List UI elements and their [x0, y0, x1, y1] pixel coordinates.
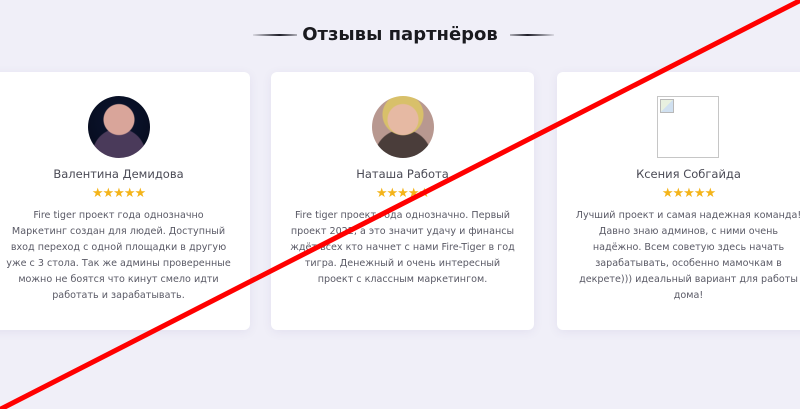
reviewer-name: Ксения Собгайда: [636, 167, 741, 181]
review-text: Fire tiger проект года однозначно Маркет…: [6, 210, 231, 301]
broken-image-icon: [660, 99, 674, 113]
review-card: Наташа Работа ★★★★★ Fire tiger проект го…: [271, 72, 534, 330]
reviewer-name: Валентина Демидова: [53, 167, 184, 181]
star-rating: ★★★★★: [91, 185, 146, 200]
avatar: [371, 96, 434, 158]
page: Отзывы партнёров Валентина Демидова ★★★★…: [0, 0, 800, 409]
review-card: Валентина Демидова ★★★★★ Fire tiger прое…: [0, 72, 250, 330]
avatar: [87, 96, 150, 158]
review-text: Fire tiger проект года однозначно. Первы…: [290, 210, 515, 285]
avatar: [657, 96, 719, 158]
reviewer-name: Наташа Работа: [356, 167, 449, 181]
review-card: Ксения Собгайда ★★★★★ Лучший проект и са…: [557, 72, 800, 330]
star-rating: ★★★★★: [375, 185, 430, 200]
review-text: Лучший проект и самая надежная команда! …: [575, 210, 800, 301]
star-rating: ★★★★★: [661, 185, 716, 200]
section-title: Отзывы партнёров: [302, 24, 498, 45]
title-divider-right: [510, 34, 554, 36]
